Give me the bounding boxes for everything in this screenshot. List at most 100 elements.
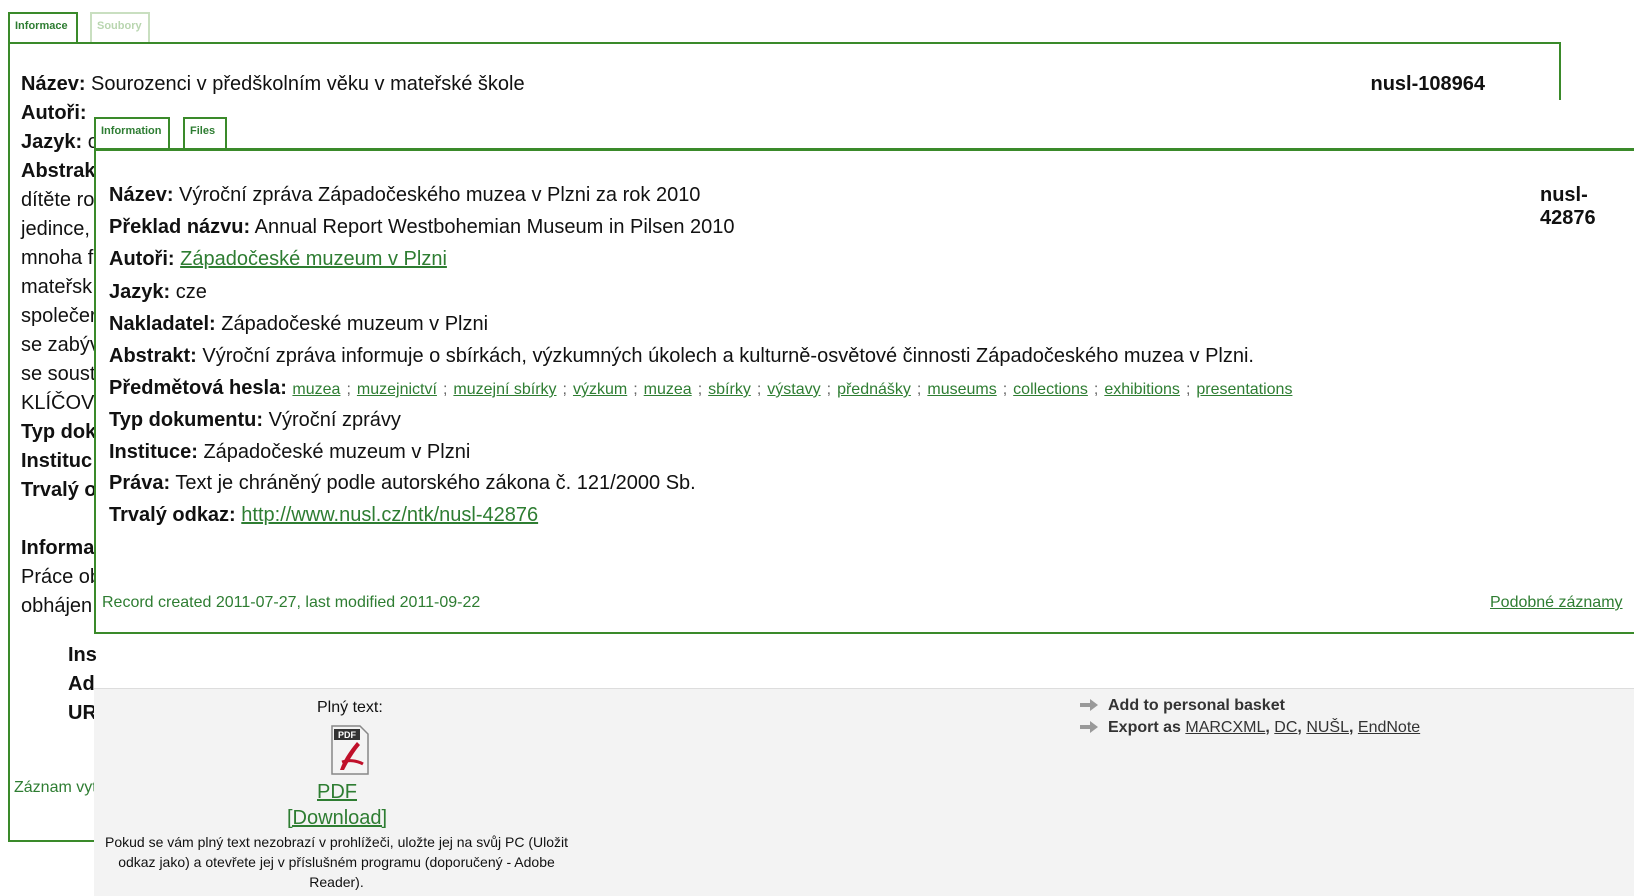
- back-meta-line: Typ dok: [21, 421, 97, 443]
- fulltext-label: Plný text:: [317, 699, 383, 716]
- keyword-separator: ;: [916, 381, 922, 398]
- download-link[interactable]: [Download]: [287, 807, 387, 830]
- keyword-separator: ;: [562, 381, 567, 398]
- back-footer: Záznam vyt: [14, 779, 97, 796]
- keyword-separator: ;: [1002, 381, 1008, 398]
- back-sub-line: UR: [68, 702, 97, 724]
- tab-files[interactable]: Files: [183, 117, 227, 148]
- fulltext-note: Pokud se vám plný text nezobrazí v prohl…: [105, 834, 568, 890]
- tab-soubory[interactable]: Soubory: [90, 12, 150, 42]
- abstract: Abstrakt: Výroční zpráva informuje o sbí…: [109, 345, 1254, 367]
- author-link[interactable]: Západočeské muzeum v Plzni: [180, 248, 447, 270]
- back-abstract-line: dítěte ro: [21, 189, 95, 211]
- abstract-value: Výroční zpráva informuje o sbírkách, výz…: [202, 345, 1254, 367]
- keyword-link[interactable]: muzejní sbírky: [453, 381, 556, 398]
- export-endnote-link[interactable]: EndNote: [1358, 719, 1420, 736]
- keyword-link[interactable]: exhibitions: [1104, 381, 1180, 398]
- publisher-value: Západočeské muzeum v Plzni: [221, 313, 489, 335]
- keyword-separator: ;: [1185, 381, 1191, 398]
- title-label: Název:: [109, 184, 174, 206]
- back-abstract-line: se soust: [21, 363, 96, 385]
- arrow-right-icon: [1080, 720, 1098, 733]
- back-authors-label: Autoři:: [21, 102, 87, 124]
- back-info-line: obhájen: [21, 595, 93, 617]
- similar-records-link[interactable]: Podobné záznamy: [1490, 594, 1623, 612]
- back-info-heading: Informa: [21, 537, 95, 559]
- translated-title-value: Annual Report Westbohemian Museum in Pil…: [254, 216, 735, 238]
- tab-information[interactable]: Information: [94, 117, 170, 150]
- title-value: Výroční zpráva Západočeského muzea v Plz…: [179, 184, 701, 206]
- keyword-link[interactable]: muzejnictví: [357, 381, 437, 398]
- pdf-file-icon[interactable]: PDF: [330, 724, 370, 776]
- export-separator: ,: [1349, 719, 1354, 736]
- fulltext-panel: Plný text: PDF PDF [Download] Pokud se v…: [94, 688, 1634, 896]
- pdf-icon-label: PDF: [338, 730, 357, 740]
- back-sub-line: Ad: [68, 673, 95, 695]
- keyword-link[interactable]: muzea: [292, 381, 340, 398]
- permalink: Trvalý odkaz: http://www.nusl.cz/ntk/nus…: [109, 504, 539, 526]
- back-abstract-label: Abstrak: [21, 160, 96, 182]
- language-value: cze: [175, 281, 207, 303]
- keyword-link[interactable]: museums: [927, 381, 996, 398]
- institution-value: Západočeské muzeum v Plzni: [203, 441, 471, 463]
- keyword-link[interactable]: výzkum: [573, 381, 627, 398]
- keywords: Předmětová hesla: muzea; muzejnictví; muze…: [109, 377, 1293, 399]
- back-sub-line: Ins: [68, 644, 97, 666]
- back-title: Název: Sourozenci v předškolním věku v m…: [21, 73, 525, 96]
- back-abstract-line: společer: [21, 305, 97, 327]
- rights: Práva: Text je chráněný podle autorského…: [109, 472, 696, 494]
- export-dc-link[interactable]: DC: [1274, 719, 1297, 736]
- back-abstract-line: KLÍČOV: [21, 392, 95, 414]
- add-to-basket-label: Add to personal basket: [1108, 697, 1285, 714]
- back-title-label: Název:: [21, 73, 86, 95]
- rights-value: Text je chráněný podle autorského zákona…: [175, 472, 696, 494]
- export-row: Export as MARCXML, DC, NUŠL, EndNote: [1080, 719, 1420, 737]
- institution: Instituce: Západočeské muzeum v Plzni: [109, 441, 471, 463]
- keyword-link[interactable]: přednášky: [837, 381, 911, 398]
- export-marcxml-link[interactable]: MARCXML: [1185, 719, 1265, 736]
- tab-informace[interactable]: Informace: [8, 12, 78, 44]
- panel-border: [8, 42, 10, 842]
- permalink-link[interactable]: http://www.nusl.cz/ntk/nusl-42876: [241, 504, 538, 526]
- back-abstract-line: mnoha f: [21, 247, 94, 269]
- pdf-link[interactable]: PDF: [317, 781, 357, 804]
- back-abstract-line: mateřsk: [21, 276, 93, 298]
- record-id: nusl-42876: [1540, 184, 1596, 229]
- keyword-separator: ;: [346, 381, 351, 398]
- panel-border: [1559, 42, 1561, 100]
- panel-border: [8, 42, 1561, 44]
- keyword-link[interactable]: presentations: [1196, 381, 1292, 398]
- back-abstract-line: se zabýv: [21, 334, 100, 356]
- back-title-value: Sourozenci v předškolním věku v mateřské…: [91, 73, 525, 95]
- translated-title: Překlad názvu: Annual Report Westbohemia…: [109, 216, 735, 238]
- keyword-separator: ;: [442, 381, 448, 398]
- export-label: Export as: [1108, 719, 1181, 736]
- document-type-value: Výroční zprávy: [268, 409, 401, 431]
- keyword-separator: ;: [756, 381, 762, 398]
- document-type: Typ dokumentu: Výroční zprávy: [109, 409, 401, 431]
- back-meta-line: Trvalý o: [21, 479, 97, 501]
- keyword-separator: ;: [1093, 381, 1099, 398]
- keyword-link[interactable]: muzea: [644, 381, 692, 398]
- arrow-right-icon: [1080, 698, 1098, 711]
- keyword-link[interactable]: sbírky: [708, 381, 751, 398]
- back-abstract-line: jedince,: [21, 218, 90, 240]
- record-info: Record created 2011-07-27, last modified…: [102, 594, 481, 611]
- keyword-separator: ;: [633, 381, 638, 398]
- language: Jazyk: cze: [109, 281, 207, 303]
- export-separator: ,: [1265, 719, 1270, 736]
- add-to-basket[interactable]: Add to personal basket: [1080, 697, 1285, 715]
- back-record-id: nusl-108964: [1370, 73, 1485, 95]
- keyword-separator: ;: [826, 381, 832, 398]
- back-language-label: Jazyk: c: [21, 131, 98, 153]
- keyword-separator: ;: [697, 381, 703, 398]
- back-meta-line: Instituc: [21, 450, 93, 472]
- record-title: Název: Výroční zpráva Západočeského muze…: [109, 184, 700, 207]
- keyword-link[interactable]: collections: [1013, 381, 1088, 398]
- export-separator: ,: [1297, 719, 1302, 736]
- authors: Autoři: Západočeské muzeum v Plzni: [109, 248, 447, 270]
- export-nusl-link[interactable]: NUŠL: [1306, 719, 1349, 736]
- keyword-link[interactable]: výstavy: [767, 381, 820, 398]
- front-record-panel: Název: Výroční zpráva Západočeského muze…: [94, 148, 1634, 634]
- publisher: Nakladatel: Západočeské muzeum v Plzni: [109, 313, 489, 335]
